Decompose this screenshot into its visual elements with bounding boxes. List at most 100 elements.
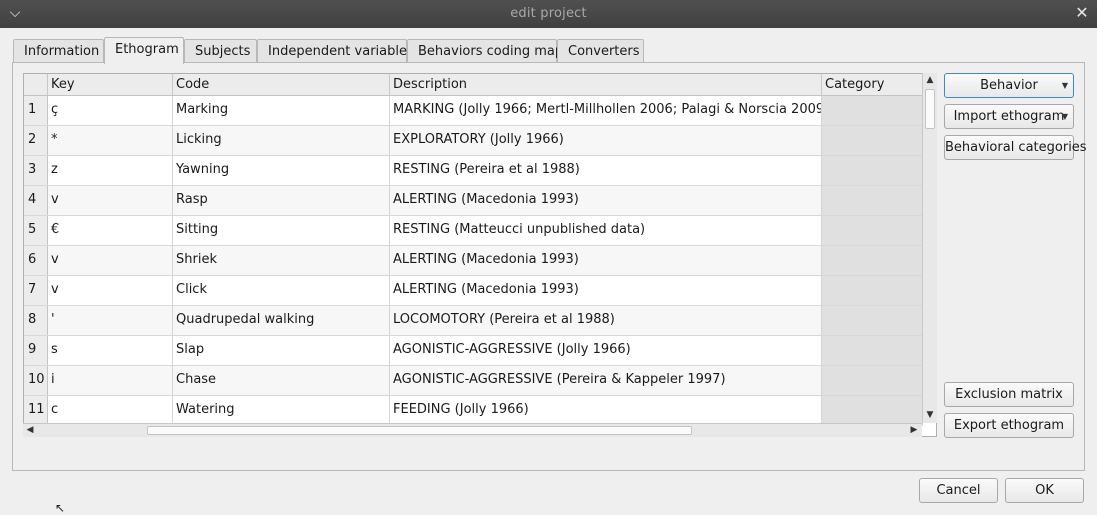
column-header-key[interactable]: Key: [48, 74, 173, 95]
cell-code[interactable]: Licking: [173, 126, 390, 155]
cell-category[interactable]: [822, 126, 923, 155]
tab-converters[interactable]: Converters: [557, 39, 644, 63]
tab-subjects[interactable]: Subjects: [184, 39, 257, 63]
cell-category[interactable]: [822, 156, 923, 185]
behavior-button-label: Behavior: [980, 78, 1038, 93]
cell-code[interactable]: Shriek: [173, 246, 390, 275]
tab-independent-variables[interactable]: Independent variables: [257, 39, 414, 63]
cell-description[interactable]: AGONISTIC-AGGRESSIVE (Jolly 1966): [390, 336, 822, 365]
behavioral-categories-button[interactable]: Behavioral categories: [944, 135, 1087, 160]
dropdown-arrow-icon: ▼: [1061, 112, 1068, 121]
cell-key[interactable]: c: [48, 396, 173, 425]
cell-code[interactable]: Sitting: [173, 216, 390, 245]
cell-code[interactable]: Slap: [173, 336, 390, 365]
column-header-code[interactable]: Code: [173, 74, 390, 95]
table-row[interactable]: 9 s Slap AGONISTIC-AGGRESSIVE (Jolly 196…: [24, 336, 923, 366]
ok-button[interactable]: OK: [1005, 478, 1084, 503]
tab-information[interactable]: Information: [13, 39, 104, 63]
row-number: 6: [24, 246, 48, 275]
cell-description[interactable]: MARKING (Jolly 1966; Mertl-Millhollen 20…: [390, 96, 822, 125]
table-row[interactable]: 6 v Shriek ALERTING (Macedonia 1993): [24, 246, 923, 276]
cell-key[interactable]: ç: [48, 96, 173, 125]
cell-category[interactable]: [822, 246, 923, 275]
table-row[interactable]: 2 * Licking EXPLORATORY (Jolly 1966): [24, 126, 923, 156]
cell-category[interactable]: [822, 396, 923, 425]
cell-category[interactable]: [822, 216, 923, 245]
horizontal-scroll-thumb[interactable]: [147, 426, 692, 435]
row-number: 11: [24, 396, 48, 425]
table-row[interactable]: 8 ' Quadrupedal walking LOCOMOTORY (Pere…: [24, 306, 923, 336]
cell-code[interactable]: Rasp: [173, 186, 390, 215]
table-row[interactable]: 1 ç Marking MARKING (Jolly 1966; Mertl-M…: [24, 96, 923, 126]
cell-category[interactable]: [822, 276, 923, 305]
cell-key[interactable]: v: [48, 246, 173, 275]
table-row[interactable]: 11 c Watering FEEDING (Jolly 1966): [24, 396, 923, 426]
tab-ethogram[interactable]: Ethogram: [104, 37, 184, 64]
cell-description[interactable]: AGONISTIC-AGGRESSIVE (Pereira & Kappeler…: [390, 366, 822, 395]
cell-key[interactable]: s: [48, 336, 173, 365]
row-number: 3: [24, 156, 48, 185]
row-number: 8: [24, 306, 48, 335]
cell-category[interactable]: [822, 186, 923, 215]
column-header-description[interactable]: Description: [390, 74, 822, 95]
row-number: 4: [24, 186, 48, 215]
scroll-up-arrow-icon[interactable]: ▲: [923, 73, 937, 87]
table-row[interactable]: 7 v Click ALERTING (Macedonia 1993): [24, 276, 923, 306]
cell-category[interactable]: [822, 366, 923, 395]
cell-key[interactable]: €: [48, 216, 173, 245]
horizontal-scrollbar[interactable]: ◀ ▶: [23, 423, 922, 437]
scroll-left-arrow-icon[interactable]: ◀: [23, 424, 37, 438]
window-titlebar[interactable]: ⌵ edit project ✕: [0, 0, 1097, 28]
exclusion-matrix-button[interactable]: Exclusion matrix: [944, 382, 1074, 407]
table-row[interactable]: 4 v Rasp ALERTING (Macedonia 1993): [24, 186, 923, 216]
import-ethogram-button-label: Import ethogram: [953, 109, 1065, 124]
cell-code[interactable]: Quadrupedal walking: [173, 306, 390, 335]
close-icon[interactable]: ✕: [1073, 4, 1091, 22]
behavior-button[interactable]: Behavior ▼: [944, 73, 1074, 98]
cell-category[interactable]: [822, 306, 923, 335]
cell-key[interactable]: v: [48, 276, 173, 305]
cell-description[interactable]: RESTING (Pereira et al 1988): [390, 156, 822, 185]
table-header: Key Code Description Category: [24, 74, 923, 96]
mouse-pointer-icon: ↖: [55, 501, 66, 515]
table-row[interactable]: 5 € Sitting RESTING (Matteucci unpublish…: [24, 216, 923, 246]
cell-code[interactable]: Click: [173, 276, 390, 305]
row-number-header: [24, 74, 48, 95]
cell-key[interactable]: ': [48, 306, 173, 335]
cell-code[interactable]: Chase: [173, 366, 390, 395]
row-number: 5: [24, 216, 48, 245]
cell-description[interactable]: FEEDING (Jolly 1966): [390, 396, 822, 425]
vertical-scroll-thumb[interactable]: [925, 89, 935, 129]
window-title: edit project: [510, 6, 587, 21]
cell-description[interactable]: LOCOMOTORY (Pereira et al 1988): [390, 306, 822, 335]
vertical-scrollbar[interactable]: ▲ ▼: [922, 73, 937, 423]
row-number: 9: [24, 336, 48, 365]
cell-category[interactable]: [822, 96, 923, 125]
cell-description[interactable]: EXPLORATORY (Jolly 1966): [390, 126, 822, 155]
ethogram-table[interactable]: Key Code Description Category 1 ç Markin…: [23, 73, 937, 437]
scroll-down-arrow-icon[interactable]: ▼: [923, 408, 937, 422]
cell-key[interactable]: v: [48, 186, 173, 215]
cell-description[interactable]: ALERTING (Macedonia 1993): [390, 276, 822, 305]
cell-code[interactable]: Yawning: [173, 156, 390, 185]
row-number: 2: [24, 126, 48, 155]
tab-behaviors-coding-map[interactable]: Behaviors coding map: [407, 39, 563, 63]
scroll-right-arrow-icon[interactable]: ▶: [907, 424, 921, 438]
import-ethogram-button[interactable]: Import ethogram ▼: [944, 104, 1074, 129]
row-number: 7: [24, 276, 48, 305]
cancel-button[interactable]: Cancel: [919, 478, 998, 503]
cell-description[interactable]: RESTING (Matteucci unpublished data): [390, 216, 822, 245]
cell-description[interactable]: ALERTING (Macedonia 1993): [390, 186, 822, 215]
cell-description[interactable]: ALERTING (Macedonia 1993): [390, 246, 822, 275]
column-header-category[interactable]: Category: [822, 74, 923, 95]
cell-key[interactable]: i: [48, 366, 173, 395]
cell-code[interactable]: Watering: [173, 396, 390, 425]
cell-key[interactable]: *: [48, 126, 173, 155]
cell-key[interactable]: z: [48, 156, 173, 185]
table-row[interactable]: 3 z Yawning RESTING (Pereira et al 1988): [24, 156, 923, 186]
cell-category[interactable]: [822, 336, 923, 365]
cell-code[interactable]: Marking: [173, 96, 390, 125]
export-ethogram-button[interactable]: Export ethogram: [944, 413, 1074, 438]
table-row[interactable]: 10 i Chase AGONISTIC-AGGRESSIVE (Pereira…: [24, 366, 923, 396]
dropdown-arrow-icon: ▼: [1061, 81, 1068, 90]
